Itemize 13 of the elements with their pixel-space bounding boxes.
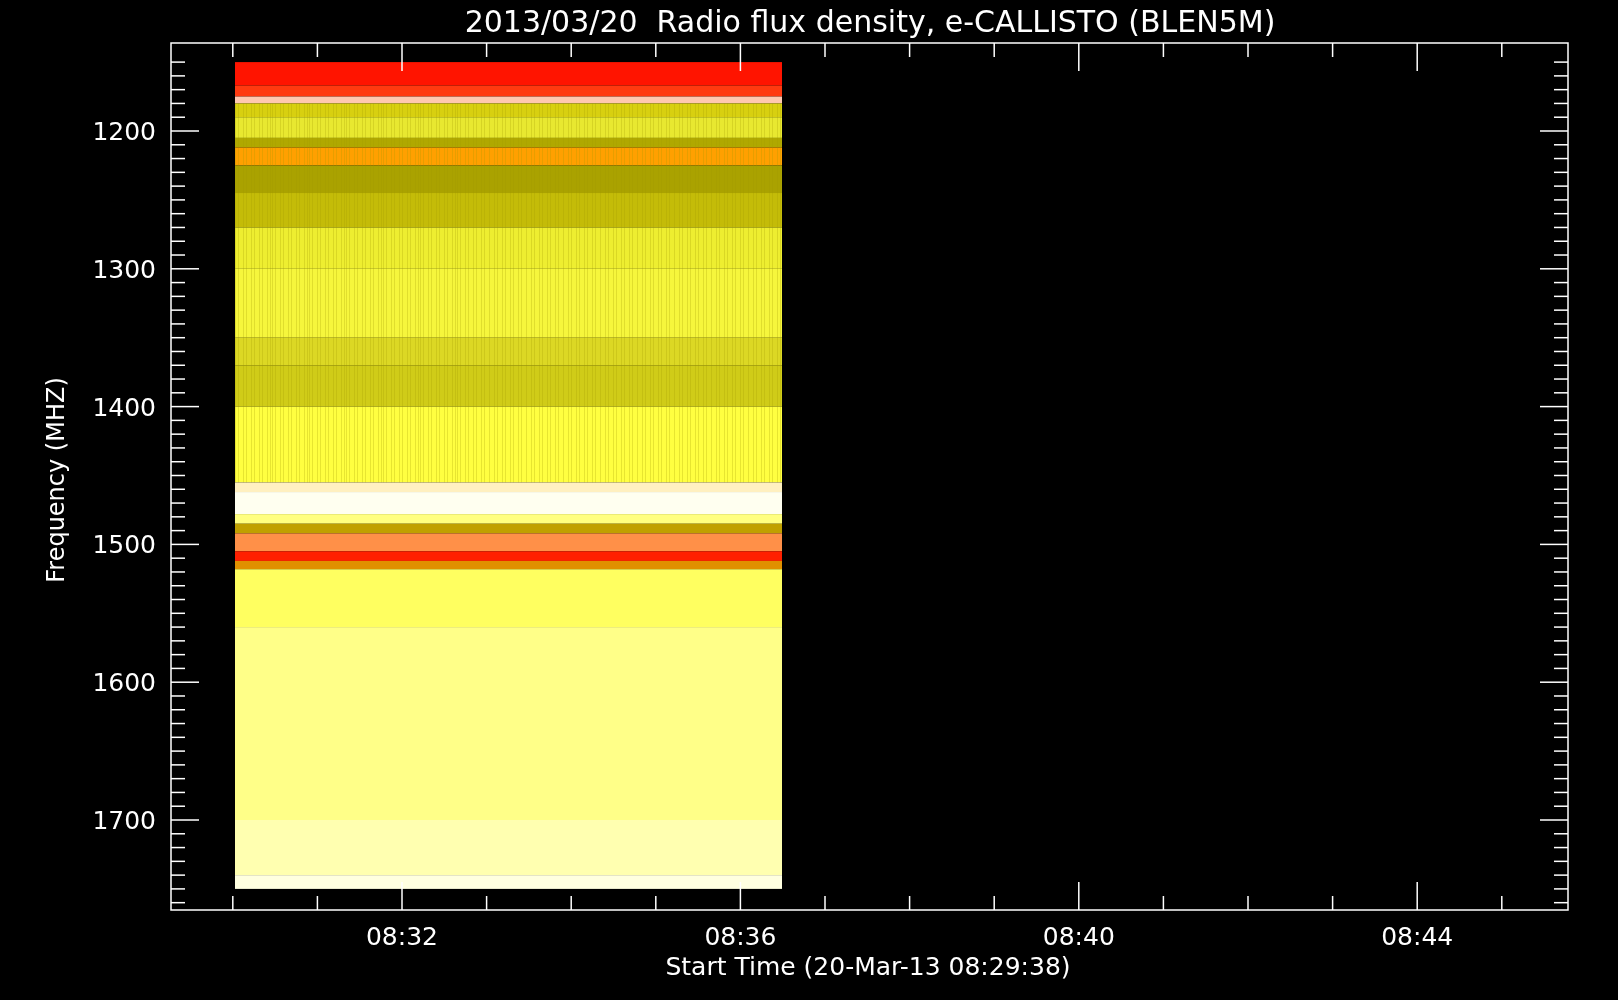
y-tick-label: 1500 [92, 530, 156, 560]
x-tick-label: 08:36 [704, 922, 777, 951]
x-tick-label: 08:44 [1381, 922, 1454, 951]
y-tick-label: 1600 [92, 668, 156, 698]
chart-title: 2013/03/20 Radio flux density, e-CALLISTO (BLEN5M) [464, 4, 1276, 39]
y-tick-label: 1700 [92, 806, 156, 835]
x-tick-label: 08:40 [1042, 922, 1115, 951]
y-tick-label: 1300 [92, 254, 156, 284]
x-axis-label: Start Time (20-Mar-13 08:29:38) [665, 952, 1071, 981]
y-axis-label: Frequency (MHZ) [42, 377, 70, 583]
x-tick-label: 08:32 [366, 922, 438, 951]
y-tick-label: 1400 [92, 392, 156, 422]
y-tick-label: 1200 [92, 117, 156, 146]
